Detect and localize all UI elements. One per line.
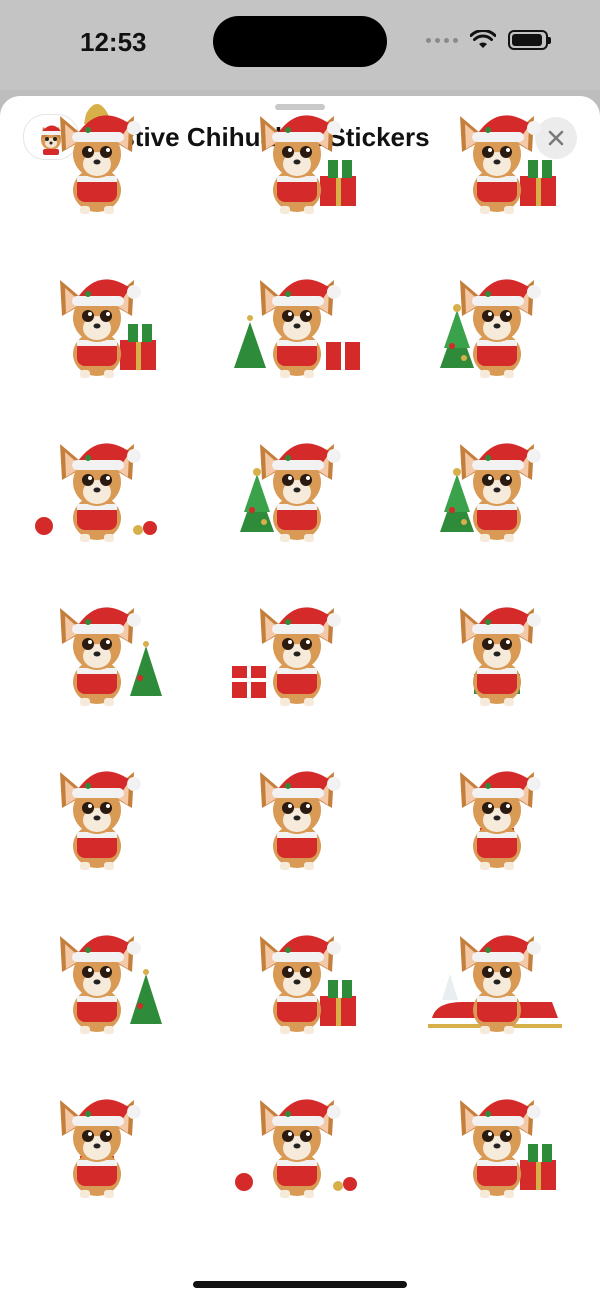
sticker-4[interactable] bbox=[22, 258, 172, 398]
sticker-19[interactable] bbox=[22, 1078, 172, 1218]
status-bar: 12:53 bbox=[0, 0, 600, 90]
sticker-1[interactable] bbox=[22, 96, 172, 234]
cellular-dots-icon bbox=[426, 37, 458, 43]
sticker-21[interactable] bbox=[422, 1078, 572, 1218]
sticker-16[interactable] bbox=[22, 914, 172, 1054]
status-time: 12:53 bbox=[80, 27, 147, 57]
sticker-14[interactable] bbox=[222, 750, 372, 890]
sticker-10[interactable] bbox=[22, 586, 172, 726]
sticker-15[interactable] bbox=[422, 750, 572, 890]
sticker-18[interactable] bbox=[422, 914, 572, 1054]
sticker-8[interactable] bbox=[222, 422, 372, 562]
sticker-12[interactable] bbox=[422, 586, 572, 726]
sticker-5[interactable] bbox=[222, 258, 372, 398]
sticker-13[interactable] bbox=[22, 750, 172, 890]
status-icons bbox=[426, 30, 551, 50]
sticker-20[interactable] bbox=[222, 1078, 372, 1218]
sticker-11[interactable] bbox=[222, 586, 372, 726]
sticker-2[interactable] bbox=[222, 96, 372, 234]
sticker-7[interactable] bbox=[22, 422, 172, 562]
sticker-3[interactable] bbox=[422, 96, 572, 234]
battery-icon bbox=[508, 30, 551, 50]
sticker-sheet: Festive Chihuahua Stickers bbox=[0, 96, 600, 1300]
sticker-17[interactable] bbox=[222, 914, 372, 1054]
sticker-6[interactable] bbox=[422, 258, 572, 398]
home-indicator bbox=[193, 1281, 407, 1288]
wifi-icon bbox=[470, 30, 496, 48]
dynamic-island bbox=[213, 16, 387, 67]
sticker-9[interactable] bbox=[422, 422, 572, 562]
